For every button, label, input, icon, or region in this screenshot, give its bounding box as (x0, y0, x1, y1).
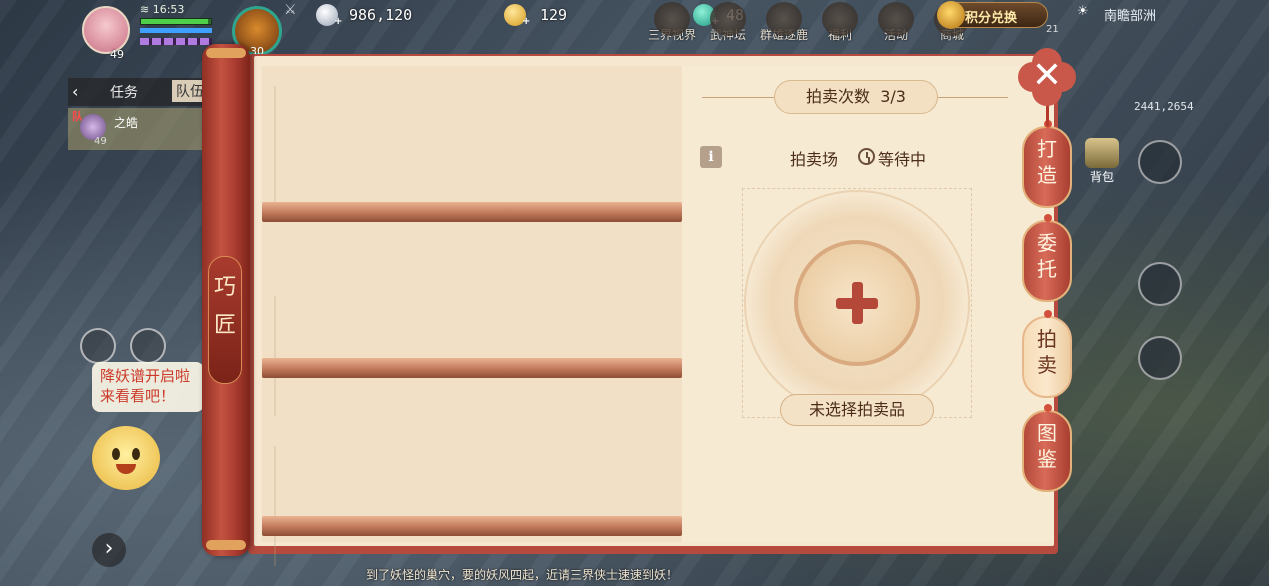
tab-auction[interactable]: 拍卖 (1022, 310, 1072, 398)
team-member-row[interactable]: 队 之皓 49 (68, 108, 208, 150)
auction-status: 等待中 (878, 150, 927, 169)
close-icon: ✕ (1031, 55, 1063, 96)
craftsman-dialog: 拍卖次数 3/3 i 拍卖场 等待中 未选择拍卖品 巧 匠 打造 委托 拍卖 图… (200, 44, 1076, 566)
points-exchange-button[interactable]: 积分兑换 (937, 1, 1048, 29)
bamboo-decoration (274, 296, 298, 416)
speech-line-2: 来看看吧！ (100, 387, 176, 405)
bamboo-decoration (274, 446, 298, 566)
hp-bar (140, 18, 212, 25)
tab-task[interactable]: 任务 (110, 82, 138, 102)
shelf-board (262, 358, 682, 378)
sun-icon: ☀ (1077, 4, 1089, 19)
shelf-board (262, 202, 682, 222)
auction-count-banner: 拍卖次数 3/3 (774, 80, 938, 114)
team-member-level: 49 (94, 136, 107, 147)
location-pin-icon[interactable] (80, 328, 116, 364)
collapse-arrow-icon[interactable]: ‹ (72, 82, 78, 101)
menu-qunxiong[interactable]: 群雄逐鹿 (756, 2, 812, 43)
auction-market-label: 拍卖场 (790, 150, 839, 169)
yaopu-speech-bubble[interactable]: 降妖谱开启啦 来看看吧！ (92, 362, 204, 412)
wifi-time: ≋ 16:53 (140, 3, 184, 16)
decor-line-left (702, 97, 774, 98)
item-shelf-area (262, 66, 682, 566)
silver-value: 986,120 (349, 6, 413, 24)
team-member-name: 之皓 (114, 116, 139, 130)
clock-time: 16:53 (152, 3, 185, 16)
scroll-rod: 巧 匠 (202, 44, 250, 556)
gift-icon (822, 2, 858, 36)
map-coordinates: 2441,2654 (1134, 100, 1194, 113)
no-item-selected-label[interactable]: 未选择拍卖品 (780, 394, 934, 426)
small-counter: 21 (1046, 24, 1059, 35)
menu-fuli[interactable]: 福利 (812, 2, 868, 43)
quest-team-tabs: ‹ 任务 队伍 (68, 78, 208, 106)
add-item-plus-icon[interactable] (836, 282, 878, 324)
battle-swords-icon: ⚔ (284, 2, 297, 18)
settings-gear-icon[interactable] (130, 328, 166, 364)
flag-icon (878, 2, 914, 36)
system-chat-message: 到了妖怪的巢穴，要的妖风四起，近请三界侠士速速到妖！ (366, 568, 679, 582)
scroll-title-line-1: 巧 (213, 275, 236, 300)
tab-codex[interactable]: 图鉴 (1022, 404, 1072, 492)
qunxiong-icon (766, 2, 802, 36)
auction-count-value: 3/3 (880, 87, 906, 106)
menu-sanjie[interactable]: 三界视界 (644, 2, 700, 43)
exchange-label: 积分兑换 (965, 11, 1018, 26)
shelf-board (262, 516, 682, 536)
tab-commission[interactable]: 委托 (1022, 214, 1072, 302)
auction-count-label: 拍卖次数 (806, 87, 871, 106)
menu-huodong[interactable]: 活动 (868, 2, 924, 43)
scroll-cap (206, 540, 246, 550)
compass-button[interactable] (1138, 140, 1182, 184)
gold-value: 129 (540, 6, 568, 24)
clock-icon (858, 148, 875, 165)
sanjie-icon (654, 2, 690, 36)
chat-expand-button[interactable]: › (92, 533, 126, 567)
close-button[interactable]: ✕ (1018, 48, 1076, 106)
mp-bar (140, 28, 212, 33)
bag-button[interactable]: 背包 (1082, 138, 1122, 188)
target-button[interactable] (1138, 336, 1182, 380)
auction-panel: 拍卖次数 3/3 i 拍卖场 等待中 未选择拍卖品 (682, 66, 1054, 542)
add-silver-icon[interactable]: + (334, 16, 342, 27)
player-level: 49 (110, 48, 124, 61)
menu-wushentan[interactable]: 武神坛 (700, 2, 756, 43)
wifi-icon: ≋ (140, 3, 150, 16)
money-bag-icon (937, 1, 965, 29)
info-icon[interactable]: i (700, 146, 722, 168)
tab-forge[interactable]: 打造 (1022, 120, 1072, 208)
bag-icon (1085, 138, 1119, 168)
mascot-face-icon[interactable] (92, 426, 160, 490)
player-avatar[interactable] (82, 6, 130, 54)
scroll-cap (206, 48, 246, 58)
bamboo-decoration (274, 86, 298, 206)
decor-line-right (938, 97, 1008, 98)
scroll-title-line-2: 匠 (213, 313, 236, 338)
wushentan-icon (710, 2, 746, 36)
location-name: 南瞻部洲 (1104, 9, 1157, 24)
scroll-title: 巧 匠 (208, 256, 242, 384)
speech-line-1: 降妖谱开启啦 (100, 367, 191, 385)
skill-button[interactable] (1138, 262, 1182, 306)
add-gold-icon[interactable]: + (522, 16, 530, 27)
